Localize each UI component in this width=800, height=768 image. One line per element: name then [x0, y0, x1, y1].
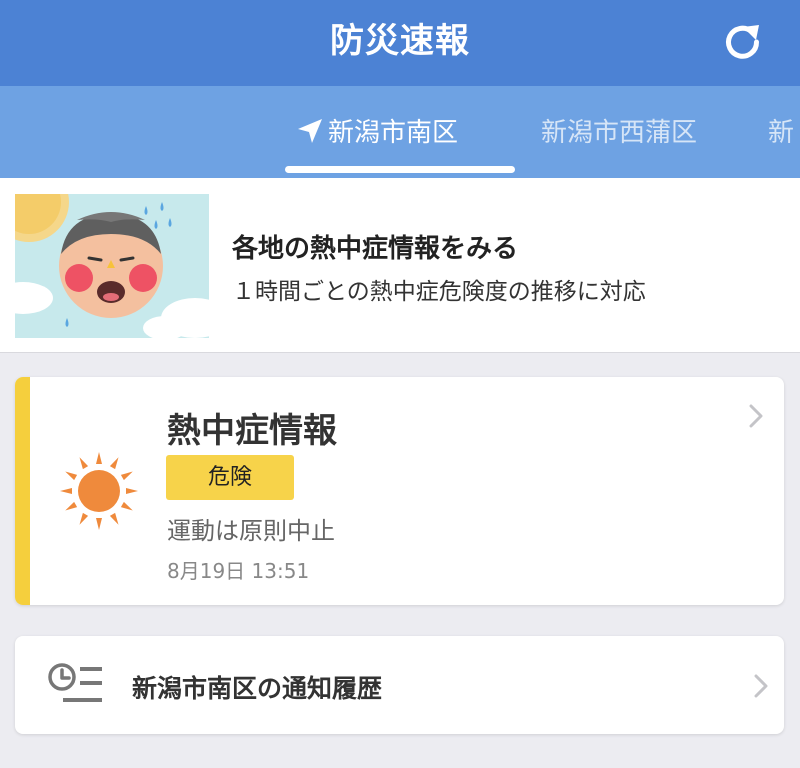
- location-arrow-icon: [298, 118, 322, 143]
- chevron-right-icon: [754, 674, 768, 698]
- heatstroke-map-banner[interactable]: 各地の熱中症情報をみる １時間ごとの熱中症危険度の推移に対応: [0, 178, 800, 353]
- heatstroke-title: 熱中症情報: [167, 411, 337, 451]
- notification-history-card[interactable]: 新潟市南区の通知履歴: [15, 636, 784, 734]
- heatstroke-timestamp: 8月19日 13:51: [167, 559, 310, 583]
- tab-next[interactable]: 新: [768, 86, 794, 178]
- tab-label: 新潟市西蒲区: [541, 118, 698, 148]
- refresh-button[interactable]: [718, 18, 768, 68]
- banner-title: 各地の熱中症情報をみる: [232, 234, 519, 264]
- area-tab-bar: 新潟市南区 新潟市西蒲区 新: [0, 86, 800, 178]
- danger-level-badge: 危険: [166, 455, 294, 500]
- active-tab-indicator: [285, 166, 515, 173]
- tab-label: 新: [768, 118, 795, 148]
- sun-icon: [60, 452, 138, 530]
- heatstroke-info-card[interactable]: 熱中症情報 危険 運動は原則中止 8月19日 13:51: [15, 377, 784, 605]
- hot-face-illustration: [15, 194, 209, 338]
- warning-accent-bar: [15, 377, 30, 605]
- refresh-icon: [726, 25, 760, 59]
- history-label: 新潟市南区の通知履歴: [132, 674, 383, 703]
- tab-label: 新潟市南区: [328, 118, 459, 148]
- heatstroke-advice: 運動は原則中止: [167, 517, 335, 545]
- chevron-right-icon: [749, 404, 763, 428]
- app-title: 防災速報: [330, 21, 470, 61]
- app-header: 防災速報: [0, 0, 800, 86]
- history-icon: [48, 663, 102, 702]
- tab-nishikan-ku[interactable]: 新潟市西蒲区: [541, 86, 697, 178]
- tab-minami-ku[interactable]: 新潟市南区: [296, 86, 458, 178]
- banner-subtitle: １時間ごとの熱中症危険度の推移に対応: [232, 279, 646, 305]
